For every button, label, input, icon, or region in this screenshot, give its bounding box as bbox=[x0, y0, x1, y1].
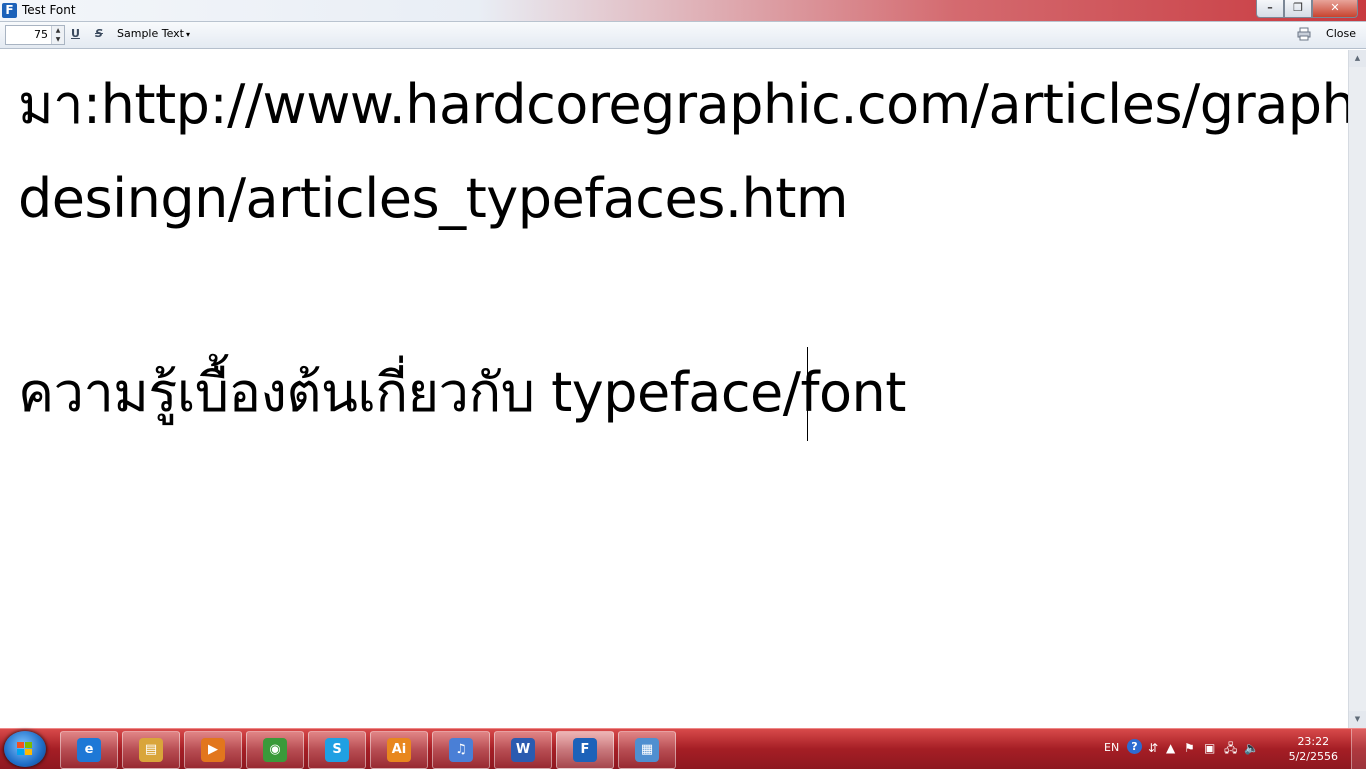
network-icon[interactable]: 🖧 bbox=[1224, 741, 1237, 755]
clock-date: 5/2/2556 bbox=[1288, 750, 1338, 763]
taskbar-item-font-creator[interactable]: F bbox=[556, 731, 614, 769]
chevron-down-icon: ▾ bbox=[186, 30, 191, 39]
window-controls: – ❐ ✕ bbox=[1256, 0, 1358, 18]
spin-arrows-icon[interactable]: ▲ ▼ bbox=[51, 26, 64, 44]
sample-text-area[interactable]: มา:http://www.hardcoregraphic.com/articl… bbox=[1, 50, 1366, 728]
text-line-1[interactable]: มา:http://www.hardcoregraphic.com/articl… bbox=[18, 70, 1366, 140]
font-size-stepper[interactable]: 75 ▲ ▼ bbox=[5, 25, 65, 45]
taskbar-item-media-player[interactable]: ▶ bbox=[184, 731, 242, 769]
font-size-value[interactable]: 75 bbox=[34, 28, 48, 42]
underline-button[interactable]: U bbox=[71, 27, 80, 41]
taskbar-item-word[interactable]: W bbox=[494, 731, 552, 769]
media-player-icon: ▶ bbox=[201, 738, 225, 762]
font-creator-app-icon[interactable]: F bbox=[2, 3, 17, 18]
font-creator-icon: F bbox=[573, 738, 597, 762]
volume-icon[interactable]: 🔈 bbox=[1244, 741, 1259, 755]
taskbar-item-file-explorer[interactable]: ▤ bbox=[122, 731, 180, 769]
scroll-down-icon[interactable]: ▼ bbox=[1349, 711, 1366, 728]
clock[interactable]: 23:22 5/2/2556 bbox=[1289, 734, 1338, 764]
toolbar: 75 ▲ ▼ U S Sample Text ▾ Close bbox=[0, 22, 1366, 49]
test-font-window: F Test Font – ❐ ✕ 75 ▲ ▼ U S Sample Text ▾… bbox=[0, 0, 1366, 728]
internet-explorer-icon: e bbox=[77, 738, 101, 762]
taskbar-item-skype[interactable]: S bbox=[308, 731, 366, 769]
title-bar[interactable]: F Test Font – ❐ ✕ bbox=[0, 0, 1366, 22]
vertical-scrollbar[interactable]: ▲ ▼ bbox=[1348, 50, 1366, 728]
sample-text-label: Sample Text bbox=[117, 27, 184, 40]
show-hidden-icons-icon[interactable]: ▲ bbox=[1166, 741, 1175, 755]
taskbar-item-chrome[interactable]: ◉ bbox=[246, 731, 304, 769]
start-button[interactable] bbox=[4, 731, 46, 767]
sample-text-dropdown[interactable]: Sample Text ▾ bbox=[117, 27, 190, 42]
itunes-icon: ♫ bbox=[449, 738, 473, 762]
scroll-up-icon[interactable]: ▲ bbox=[1349, 50, 1366, 67]
window-title: Test Font bbox=[22, 3, 76, 17]
control-panel-icon: ▦ bbox=[635, 738, 659, 762]
safely-remove-icon[interactable]: ▣ bbox=[1204, 741, 1215, 755]
illustrator-icon: Ai bbox=[387, 738, 411, 762]
minimize-button[interactable]: – bbox=[1256, 0, 1284, 18]
windows-logo-icon bbox=[17, 742, 33, 756]
language-indicator[interactable]: EN bbox=[1104, 741, 1119, 755]
skype-icon: S bbox=[325, 738, 349, 762]
taskbar-item-control-panel[interactable]: ▦ bbox=[618, 731, 676, 769]
clock-time: 23:22 bbox=[1297, 735, 1330, 748]
maximize-button[interactable]: ❐ bbox=[1284, 0, 1312, 18]
close-button[interactable]: Close bbox=[1326, 27, 1356, 41]
print-icon[interactable] bbox=[1297, 27, 1311, 41]
text-cursor bbox=[807, 347, 808, 441]
file-explorer-icon: ▤ bbox=[139, 738, 163, 762]
taskbar-item-illustrator[interactable]: Ai bbox=[370, 731, 428, 769]
action-center-icon[interactable]: ⚑ bbox=[1184, 741, 1195, 755]
close-window-button[interactable]: ✕ bbox=[1312, 0, 1358, 18]
system-tray: EN ? ⇵ ▲ ⚑ ▣ 🖧 🔈 23:22 5/2/2556 bbox=[1096, 729, 1366, 769]
taskbar-item-itunes[interactable]: ♫ bbox=[432, 731, 490, 769]
tray-settings-icon[interactable]: ⇵ bbox=[1148, 741, 1158, 755]
help-icon[interactable]: ? bbox=[1127, 739, 1142, 754]
chrome-icon: ◉ bbox=[263, 738, 287, 762]
text-line-3[interactable]: ความรู้เบื้องต้นเกี่ยวกับ typeface/font bbox=[18, 358, 906, 428]
taskbar-item-internet-explorer[interactable]: e bbox=[60, 731, 118, 769]
show-desktop-button[interactable] bbox=[1351, 729, 1366, 769]
word-icon: W bbox=[511, 738, 535, 762]
taskbar: e ▤ ▶ ◉ S Ai ♫ W F ▦ EN ? ⇵ ▲ ⚑ ▣ 🖧 🔈 23:22 5/2/2… bbox=[0, 728, 1366, 769]
strikethrough-button[interactable]: S bbox=[95, 27, 103, 41]
text-line-2[interactable]: desingn/articles_typefaces.htm bbox=[18, 164, 849, 234]
